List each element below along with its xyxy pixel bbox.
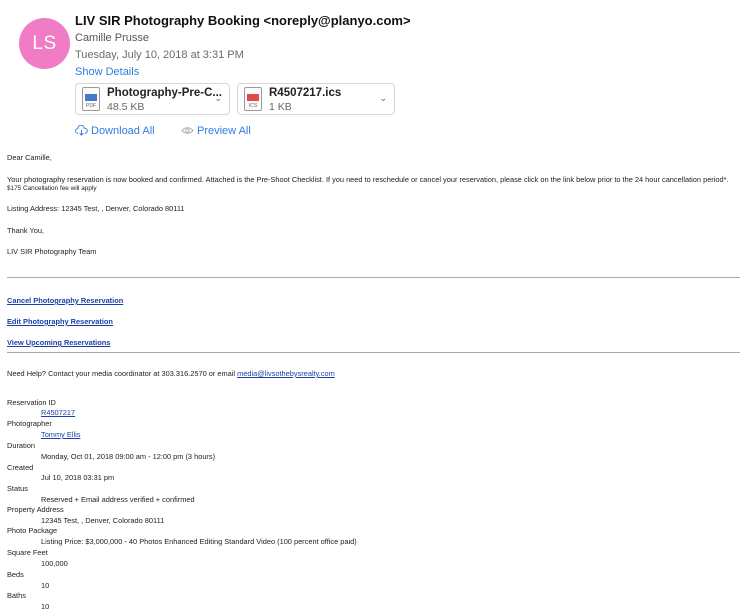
download-all-button[interactable]: Download All bbox=[75, 125, 155, 137]
duration-value: Monday, Oct 01, 2018 09:00 am - 12:00 pm… bbox=[41, 452, 216, 461]
cloud-download-icon bbox=[75, 125, 88, 136]
show-details-link[interactable]: Show Details bbox=[75, 66, 139, 78]
photographer-link[interactable]: Tommy Ellis bbox=[41, 430, 80, 439]
sender: LIV SIR Photography Booking <noreply@pla… bbox=[75, 13, 411, 28]
created-label: Created bbox=[7, 463, 34, 472]
baths-value: 10 bbox=[41, 602, 50, 611]
attachment-name: R4507217.ics bbox=[269, 87, 342, 99]
chevron-down-icon[interactable]: ⌄ bbox=[379, 93, 387, 104]
divider bbox=[7, 352, 740, 353]
preview-all-button[interactable]: Preview All bbox=[181, 125, 251, 137]
pdf-file-icon: PDF bbox=[82, 87, 100, 111]
attachment-size: 1 KB bbox=[269, 101, 292, 113]
attachment-name: Photography-Pre-C... bbox=[107, 87, 223, 99]
avatar: LS bbox=[19, 18, 70, 69]
square-feet-label: Square Feet bbox=[7, 548, 48, 557]
beds-label: Beds bbox=[7, 570, 24, 579]
cancel-reservation-link[interactable]: Cancel Photography Reservation bbox=[7, 296, 123, 305]
message-header: LS LIV SIR Photography Booking <noreply@… bbox=[0, 0, 740, 150]
calendar-file-icon: ICS bbox=[244, 87, 262, 111]
square-feet-value: 100,000 bbox=[41, 559, 68, 568]
divider bbox=[7, 277, 740, 278]
duration-label: Duration bbox=[7, 441, 35, 450]
view-reservations-link[interactable]: View Upcoming Reservations bbox=[7, 338, 110, 347]
listing-address: Listing Address: 12345 Test, , Denver, C… bbox=[7, 204, 185, 213]
thank-you: Thank You, bbox=[7, 226, 44, 235]
eye-icon bbox=[181, 127, 194, 134]
photo-package-value: Listing Price: $3,000,000 - 40 Photos En… bbox=[41, 537, 357, 546]
beds-value: 10 bbox=[41, 581, 50, 590]
recipient: Camille Prusse bbox=[75, 32, 149, 44]
attachment-pdf[interactable]: PDF Photography-Pre-C... 48.5 KB ⌄ bbox=[75, 83, 230, 115]
help-prefix: Need Help? Contact your media coordinato… bbox=[7, 369, 238, 378]
attachment-size: 48.5 KB bbox=[107, 101, 145, 113]
reservation-id-label: Reservation ID bbox=[7, 398, 56, 407]
status-value: Reserved + Email address verified + conf… bbox=[41, 495, 195, 504]
chevron-down-icon[interactable]: ⌄ bbox=[214, 93, 222, 104]
baths-label: Baths bbox=[7, 591, 26, 600]
photo-package-label: Photo Package bbox=[7, 526, 58, 535]
photographer-label: Photographer bbox=[7, 419, 52, 428]
cancellation-fee-note: $175 Cancellation fee will apply bbox=[7, 185, 97, 192]
attachment-ics[interactable]: ICS R4507217.ics 1 KB ⌄ bbox=[237, 83, 395, 115]
property-address-value: 12345 Test, , Denver, Colorado 80111 bbox=[41, 516, 165, 525]
media-email-link[interactable]: media@livsothebysrealty.com bbox=[237, 369, 335, 378]
edit-reservation-link[interactable]: Edit Photography Reservation bbox=[7, 317, 113, 326]
message-date: Tuesday, July 10, 2018 at 3:31 PM bbox=[75, 49, 244, 61]
property-address-label: Property Address bbox=[7, 505, 64, 514]
status-label: Status bbox=[7, 484, 28, 493]
confirmation-paragraph: Your photography reservation is now book… bbox=[7, 175, 729, 184]
reservation-id-link[interactable]: R4507217 bbox=[41, 408, 75, 417]
created-value: Jul 10, 2018 03:31 pm bbox=[41, 473, 115, 482]
greeting: Dear Camille, bbox=[7, 153, 52, 162]
help-text: Need Help? Contact your media coordinato… bbox=[7, 369, 335, 378]
signature: LIV SIR Photography Team bbox=[7, 247, 97, 256]
